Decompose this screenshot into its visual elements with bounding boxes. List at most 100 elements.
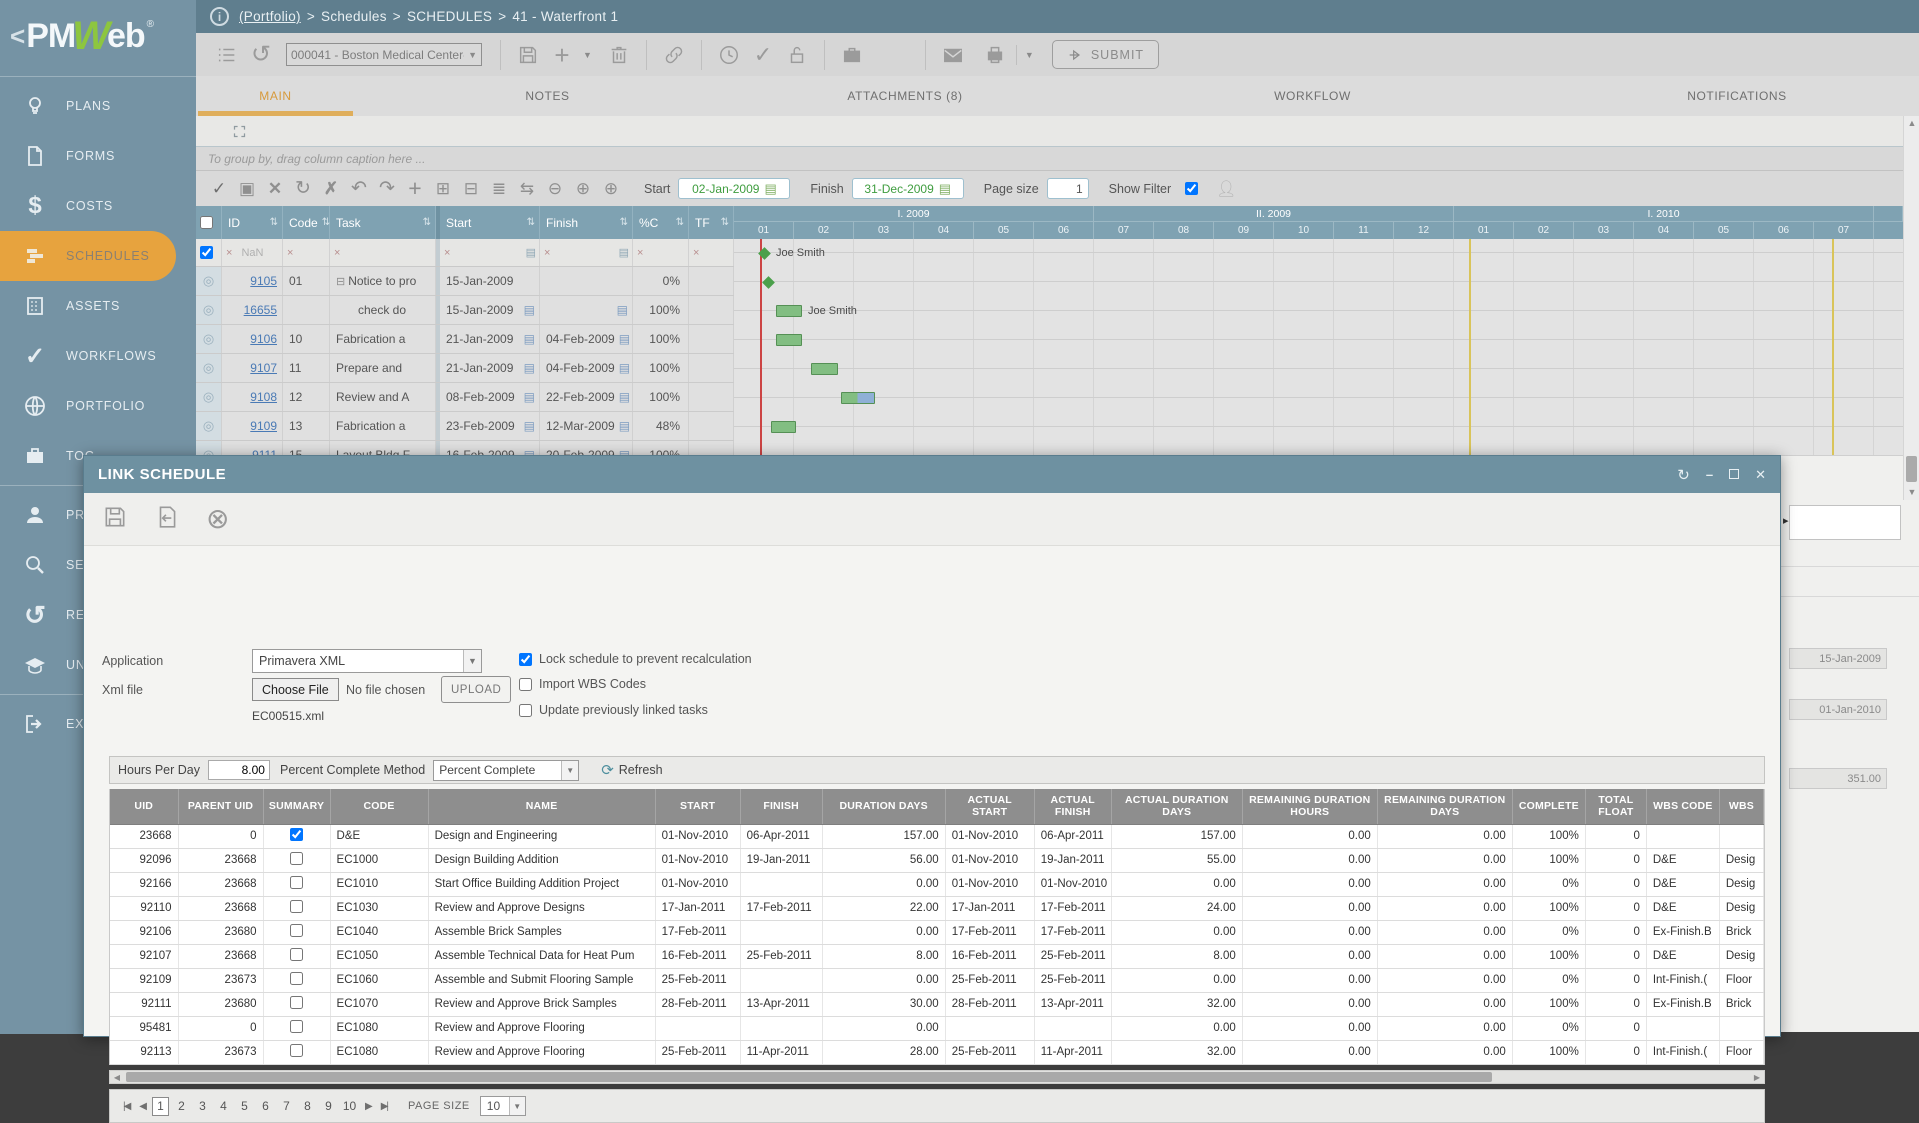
row-selector-cell[interactable]: ◎	[196, 441, 222, 455]
gantt-column-header[interactable]: ID⇅	[222, 206, 283, 239]
task-bar[interactable]	[841, 392, 875, 404]
scrollbar-thumb[interactable]	[1906, 456, 1917, 482]
sort-icon[interactable]: ⇅	[423, 217, 431, 228]
summary-cell[interactable]	[263, 992, 330, 1016]
table-column-header[interactable]: WBS CODE	[1646, 789, 1719, 824]
scroll-left-icon[interactable]: ◀	[110, 1073, 124, 1082]
dialog-save-icon[interactable]	[102, 504, 128, 535]
task-id-link[interactable]: 9108	[250, 390, 277, 404]
table-column-header[interactable]: DURATION DAYS	[822, 789, 945, 824]
task-bar[interactable]	[776, 334, 802, 346]
print-dropdown-icon[interactable]: ▼	[1025, 50, 1034, 60]
tab-notes[interactable]: NOTES	[355, 76, 740, 116]
scroll-right-icon[interactable]: ▶	[1750, 1073, 1764, 1082]
sort-icon[interactable]: ⇅	[527, 217, 535, 228]
table-column-header[interactable]: REMAINING DURATION HOURS	[1242, 789, 1377, 824]
page-size-input[interactable]	[1047, 178, 1089, 199]
dialog-close-icon[interactable]: ✕	[1755, 467, 1766, 483]
filter-cell[interactable]: ×▤	[440, 239, 540, 266]
zoom-out-icon[interactable]: ⊖	[542, 179, 568, 199]
check-icon[interactable]: ✓	[746, 44, 780, 66]
group-by-bar[interactable]: To group by, drag column caption here ..…	[196, 147, 1903, 171]
table-row[interactable]: 9216623668EC1010Start Office Building Ad…	[110, 872, 1764, 896]
outline-icon[interactable]: ≣	[486, 179, 512, 199]
gantt-column-header[interactable]: Task⇅	[330, 206, 436, 239]
row-selector-cell[interactable]: ◎	[196, 325, 222, 353]
page-number[interactable]: 4	[215, 1097, 232, 1116]
sort-icon[interactable]: ⇅	[322, 217, 330, 228]
summary-cell[interactable]	[263, 1016, 330, 1040]
clear-filter-icon[interactable]: ×	[444, 247, 450, 259]
link-icon[interactable]	[657, 43, 691, 65]
table-column-header[interactable]: ACTUAL FINISH	[1034, 789, 1111, 824]
task-id-link[interactable]: 9105	[250, 274, 277, 288]
calendar-icon[interactable]: ▤	[617, 303, 628, 317]
table-column-header[interactable]: PARENT UID	[178, 789, 263, 824]
gantt-column-header[interactable]: %C⇅	[633, 206, 689, 239]
sidebar-item-schedules[interactable]: SCHEDULES	[0, 231, 176, 281]
dialog-export-icon[interactable]	[154, 504, 180, 535]
sidebar-item-assets[interactable]: ASSETS	[0, 281, 196, 331]
add-icon[interactable]: +	[545, 42, 579, 68]
row-selector-cell[interactable]: ◎	[196, 412, 222, 440]
task-id-link[interactable]: 9109	[250, 419, 277, 433]
zoom-in-icon[interactable]: ⊕	[570, 179, 596, 199]
next-page-icon[interactable]: ▶	[362, 1101, 374, 1112]
table-row[interactable]: 9211023668EC1030Review and Approve Desig…	[110, 896, 1764, 920]
gantt-column-header[interactable]: Start⇅	[440, 206, 540, 239]
gantt-column-header[interactable]: TF⇅	[689, 206, 734, 239]
gantt-task-row[interactable]: ◎16655check do15-Jan-2009▤▤100%	[196, 296, 734, 325]
expand-icon[interactable]	[232, 124, 247, 139]
summary-checkbox[interactable]	[290, 948, 303, 961]
previous-page-icon[interactable]: ◀	[136, 1101, 148, 1112]
person-icon[interactable]: 👤︎	[1216, 179, 1236, 199]
summary-checkbox[interactable]	[290, 924, 303, 937]
expand-all-icon[interactable]: ⊞	[430, 179, 456, 199]
table-row[interactable]: 954810EC1080Review and Approve Flooring0…	[110, 1016, 1764, 1040]
task-id-link[interactable]: 9106	[250, 332, 277, 346]
table-column-header[interactable]: REMAINING DURATION DAYS	[1377, 789, 1512, 824]
page-size-select[interactable]: 10▼	[480, 1096, 526, 1116]
dialog-refresh-icon[interactable]: ↻	[1677, 466, 1690, 484]
hours-per-day-input[interactable]	[208, 760, 270, 780]
tab-notifications[interactable]: NOTIFICATIONS	[1555, 76, 1919, 116]
pmweb-logo[interactable]: <PMWeb®	[0, 0, 196, 72]
upload-button[interactable]: UPLOAD	[441, 676, 511, 703]
gantt-column-header[interactable]: Finish⇅	[540, 206, 633, 239]
start-date-field[interactable]: 02-Jan-2009 ▤	[678, 178, 790, 199]
dialog-cancel-icon[interactable]: ⊗	[206, 505, 229, 533]
scrollbar-thumb[interactable]	[126, 1072, 1492, 1082]
summary-checkbox[interactable]	[290, 972, 303, 985]
finish-date-field[interactable]: 31-Dec-2009 ▤	[852, 178, 964, 199]
mail-icon[interactable]	[936, 43, 970, 65]
task-id-link[interactable]: 9111	[252, 448, 277, 455]
summary-cell[interactable]	[263, 848, 330, 872]
row-selector-cell[interactable]: ◎	[196, 354, 222, 382]
submit-button[interactable]: SUBMIT	[1052, 40, 1159, 69]
gantt-task-row[interactable]: ◎911115Layout Bldg F16-Feb-2009▤20-Feb-2…	[196, 441, 734, 455]
table-row[interactable]: 9210723668EC1050Assemble Technical Data …	[110, 944, 1764, 968]
clear-filter-icon[interactable]: ×	[226, 247, 232, 259]
list-icon[interactable]	[210, 43, 244, 65]
sidebar-item-forms[interactable]: FORMS	[0, 131, 196, 181]
table-column-header[interactable]: NAME	[428, 789, 655, 824]
refresh-icon[interactable]: ↻	[290, 177, 316, 200]
dialog-checkbox[interactable]	[519, 653, 532, 666]
gantt-task-row[interactable]: ◎910913Fabrication a23-Feb-2009▤12-Mar-2…	[196, 412, 734, 441]
task-bar[interactable]	[776, 305, 802, 317]
horizontal-scrollbar[interactable]: ◀ ▶	[109, 1070, 1765, 1084]
calendar-icon[interactable]: ▤	[524, 332, 535, 346]
tab-main[interactable]: MAIN	[196, 76, 355, 116]
filter-cell[interactable]: ×	[689, 239, 734, 266]
clear-filter-icon[interactable]: ×	[693, 247, 699, 259]
sidebar-item-workflows[interactable]: ✓WORKFLOWS	[0, 331, 196, 381]
table-row[interactable]: 9209623668EC1000Design Building Addition…	[110, 848, 1764, 872]
calendar-icon[interactable]: ▤	[524, 419, 535, 433]
filter-cell[interactable]: ×	[330, 239, 436, 266]
page-number[interactable]: 1	[152, 1097, 169, 1116]
summary-cell[interactable]	[263, 968, 330, 992]
table-column-header[interactable]: FINISH	[740, 789, 822, 824]
task-bar[interactable]	[811, 363, 838, 375]
dialog-maximize-icon[interactable]	[1729, 467, 1739, 482]
filter-checkbox[interactable]	[200, 246, 213, 259]
